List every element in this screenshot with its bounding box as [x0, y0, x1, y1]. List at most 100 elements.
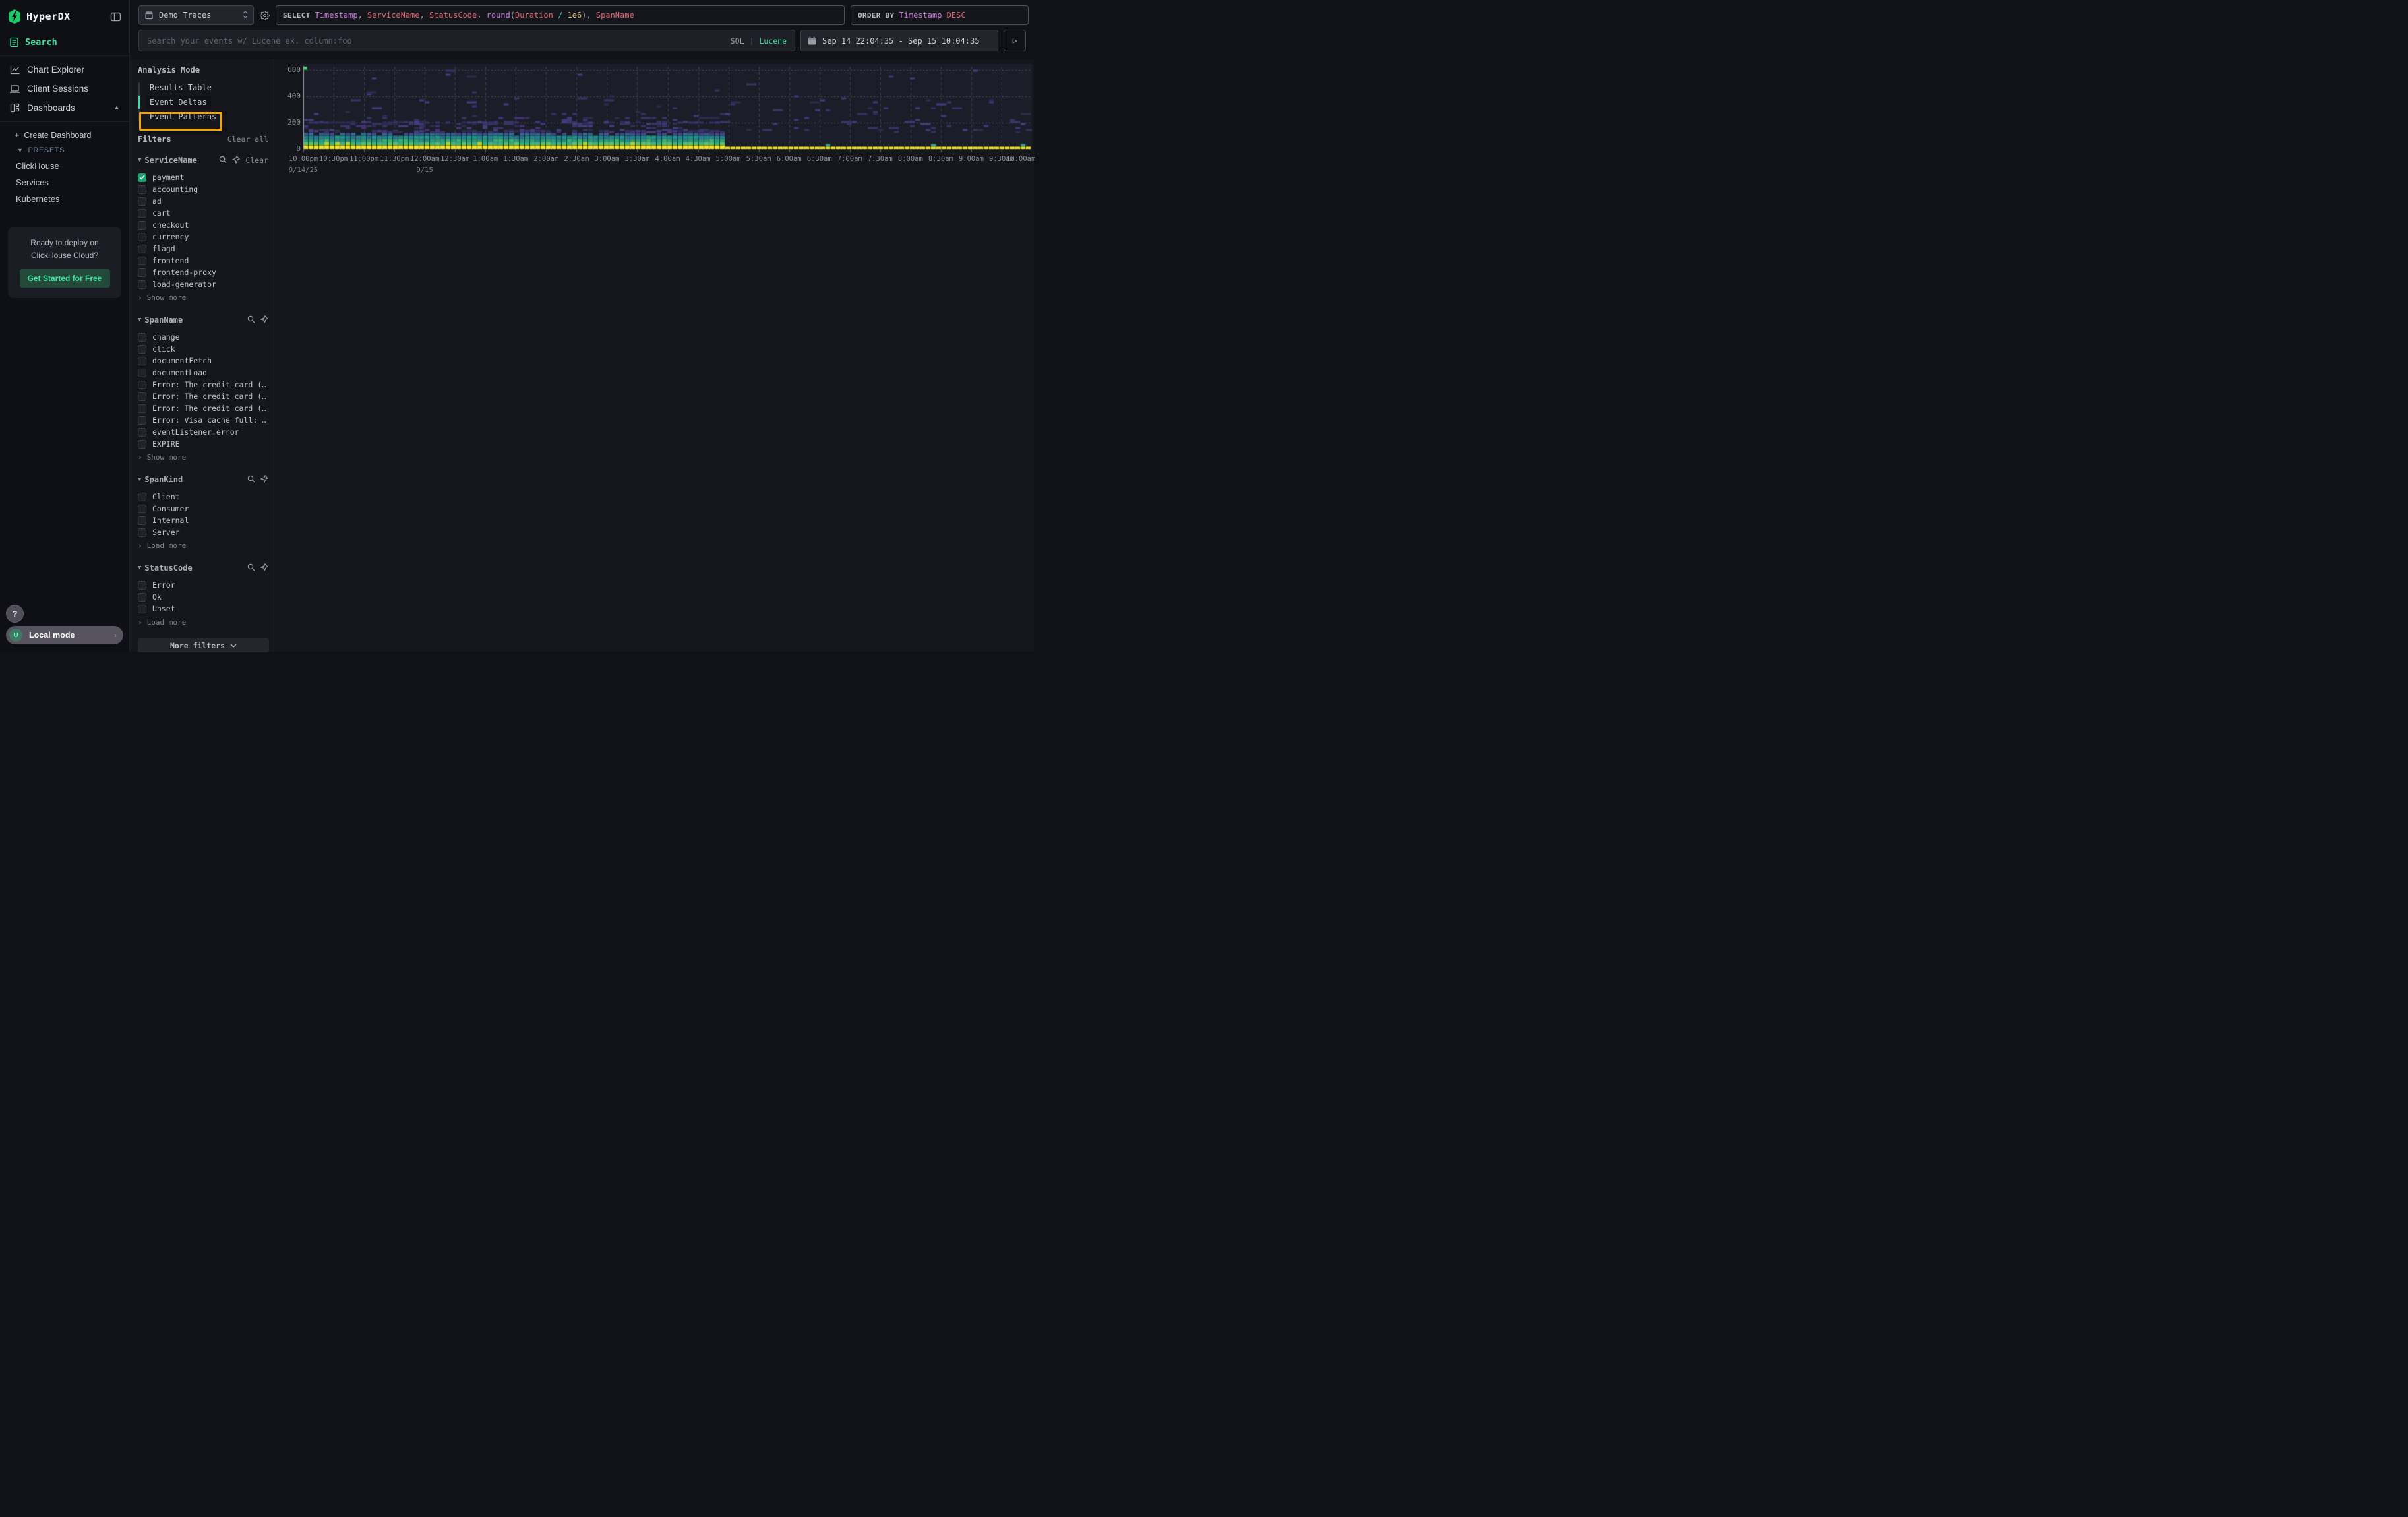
filter-option-cart[interactable]: cart	[138, 207, 268, 219]
pin-icon[interactable]	[260, 561, 268, 574]
run-query-button[interactable]: ▷	[1004, 30, 1026, 51]
help-button[interactable]: ?	[6, 605, 24, 623]
checkbox[interactable]	[138, 593, 146, 602]
filter-option-click[interactable]: click	[138, 343, 268, 355]
search-icon[interactable]	[219, 154, 227, 166]
pin-icon[interactable]	[232, 154, 240, 166]
filter-option-checkout[interactable]: checkout	[138, 219, 268, 231]
checkbox[interactable]	[138, 173, 146, 182]
order-by-input[interactable]: ORDER BY Timestamp DESC	[851, 5, 1029, 25]
sql-mode-button[interactable]: SQL	[731, 36, 744, 46]
clear-filter-button[interactable]: Clear	[245, 156, 268, 165]
sidebar-item-chart-explorer[interactable]: Chart Explorer	[0, 60, 129, 79]
checkbox[interactable]	[138, 280, 146, 289]
filter-option-eventlistener-error[interactable]: eventListener.error	[138, 426, 268, 438]
mode-event-patterns[interactable]: Event Patterns	[146, 110, 220, 123]
filter-option-documentload[interactable]: documentLoad	[138, 367, 268, 379]
sidebar-item-client-sessions[interactable]: Client Sessions	[0, 79, 129, 98]
checkbox[interactable]	[138, 416, 146, 425]
sidebar-collapse-icon[interactable]	[110, 11, 121, 22]
checkbox[interactable]	[138, 516, 146, 525]
filter-option-currency[interactable]: currency	[138, 231, 268, 243]
filter-group-name[interactable]: SpanName	[144, 315, 183, 325]
show-more-button[interactable]: ›Load more	[138, 616, 268, 628]
sidebar-item-dashboards[interactable]: Dashboards ▲	[0, 98, 129, 117]
preset-clickhouse[interactable]: ClickHouse	[0, 158, 129, 174]
checkbox[interactable]	[138, 581, 146, 590]
mode-event-deltas[interactable]: Event Deltas	[146, 96, 211, 109]
checkbox[interactable]	[138, 369, 146, 377]
search-icon[interactable]	[247, 313, 255, 326]
filter-option-internal[interactable]: Internal	[138, 514, 268, 526]
clear-all-button[interactable]: Clear all	[227, 135, 268, 144]
filter-group-name[interactable]: SpanKind	[144, 475, 183, 484]
filter-option-unset[interactable]: Unset	[138, 603, 268, 615]
show-more-button[interactable]: ›Show more	[138, 292, 268, 303]
chevron-down-icon[interactable]: ▼	[138, 157, 141, 164]
search-input[interactable]	[147, 36, 731, 46]
event-deltas-heatmap[interactable]	[303, 64, 1032, 153]
filter-option-documentfetch[interactable]: documentFetch	[138, 355, 268, 367]
checkbox[interactable]	[138, 392, 146, 401]
checkbox[interactable]	[138, 404, 146, 413]
mode-results-table[interactable]: Results Table	[146, 81, 216, 94]
presets-toggle[interactable]: ▼ PRESETS	[0, 143, 129, 158]
gear-icon[interactable]	[260, 5, 270, 25]
filter-option-payment[interactable]: payment	[138, 171, 268, 183]
filter-option-flagd[interactable]: flagd	[138, 243, 268, 255]
search-icon[interactable]	[247, 561, 255, 574]
filter-option-client[interactable]: Client	[138, 491, 268, 503]
checkbox[interactable]	[138, 268, 146, 277]
sidebar-item-search[interactable]: Search	[0, 30, 129, 55]
checkbox[interactable]	[138, 209, 146, 218]
filter-option-ad[interactable]: ad	[138, 195, 268, 207]
show-more-button[interactable]: ›Load more	[138, 540, 268, 551]
filter-group-name[interactable]: ServiceName	[144, 156, 196, 165]
checkbox[interactable]	[138, 221, 146, 230]
search-icon[interactable]	[247, 473, 255, 485]
checkbox[interactable]	[138, 605, 146, 613]
filter-option-error-the-credit-card-[interactable]: Error: The credit card (…	[138, 379, 268, 390]
filter-option-consumer[interactable]: Consumer	[138, 503, 268, 514]
get-started-button[interactable]: Get Started for Free	[20, 269, 110, 288]
filter-option-frontend[interactable]: frontend	[138, 255, 268, 266]
time-range-picker[interactable]: Sep 14 22:04:35 - Sep 15 10:04:35	[800, 30, 998, 51]
checkbox[interactable]	[138, 185, 146, 194]
filter-option-ok[interactable]: Ok	[138, 591, 268, 603]
filter-option-accounting[interactable]: accounting	[138, 183, 268, 195]
show-more-button[interactable]: ›Show more	[138, 451, 268, 463]
checkbox[interactable]	[138, 357, 146, 365]
checkbox[interactable]	[138, 528, 146, 537]
checkbox[interactable]	[138, 345, 146, 354]
filter-group-name[interactable]: StatusCode	[144, 563, 192, 573]
select-query-input[interactable]: SELECT Timestamp, ServiceName, StatusCod…	[276, 5, 845, 25]
more-filters-button[interactable]: More filters	[138, 638, 269, 652]
checkbox[interactable]	[138, 428, 146, 437]
preset-services[interactable]: Services	[0, 174, 129, 191]
preset-kubernetes[interactable]: Kubernetes	[0, 191, 129, 207]
filter-option-error-the-credit-card-[interactable]: Error: The credit card (…	[138, 402, 268, 414]
filter-option-server[interactable]: Server	[138, 526, 268, 538]
source-select[interactable]: Demo Traces	[138, 5, 254, 25]
pin-icon[interactable]	[260, 313, 268, 326]
filter-option-expire[interactable]: EXPIRE	[138, 438, 268, 450]
checkbox[interactable]	[138, 381, 146, 389]
checkbox[interactable]	[138, 505, 146, 513]
checkbox[interactable]	[138, 493, 146, 501]
filter-option-change[interactable]: change	[138, 331, 268, 343]
filter-option-frontend-proxy[interactable]: frontend-proxy	[138, 266, 268, 278]
chevron-down-icon[interactable]: ▼	[138, 317, 141, 323]
lucene-mode-button[interactable]: Lucene	[759, 36, 787, 46]
chevron-up-icon[interactable]: ▲	[113, 104, 120, 111]
chevron-down-icon[interactable]: ▼	[138, 476, 141, 483]
filter-option-load-generator[interactable]: load-generator	[138, 278, 268, 290]
filter-option-error-visa-cache-full-[interactable]: Error: Visa cache full: …	[138, 414, 268, 426]
create-dashboard-button[interactable]: + Create Dashboard	[0, 127, 129, 143]
pin-icon[interactable]	[260, 473, 268, 485]
local-mode-button[interactable]: U Local mode ›	[6, 626, 123, 644]
checkbox[interactable]	[138, 245, 146, 253]
checkbox[interactable]	[138, 440, 146, 449]
filter-option-error-the-credit-card-[interactable]: Error: The credit card (…	[138, 390, 268, 402]
checkbox[interactable]	[138, 333, 146, 342]
checkbox[interactable]	[138, 233, 146, 241]
